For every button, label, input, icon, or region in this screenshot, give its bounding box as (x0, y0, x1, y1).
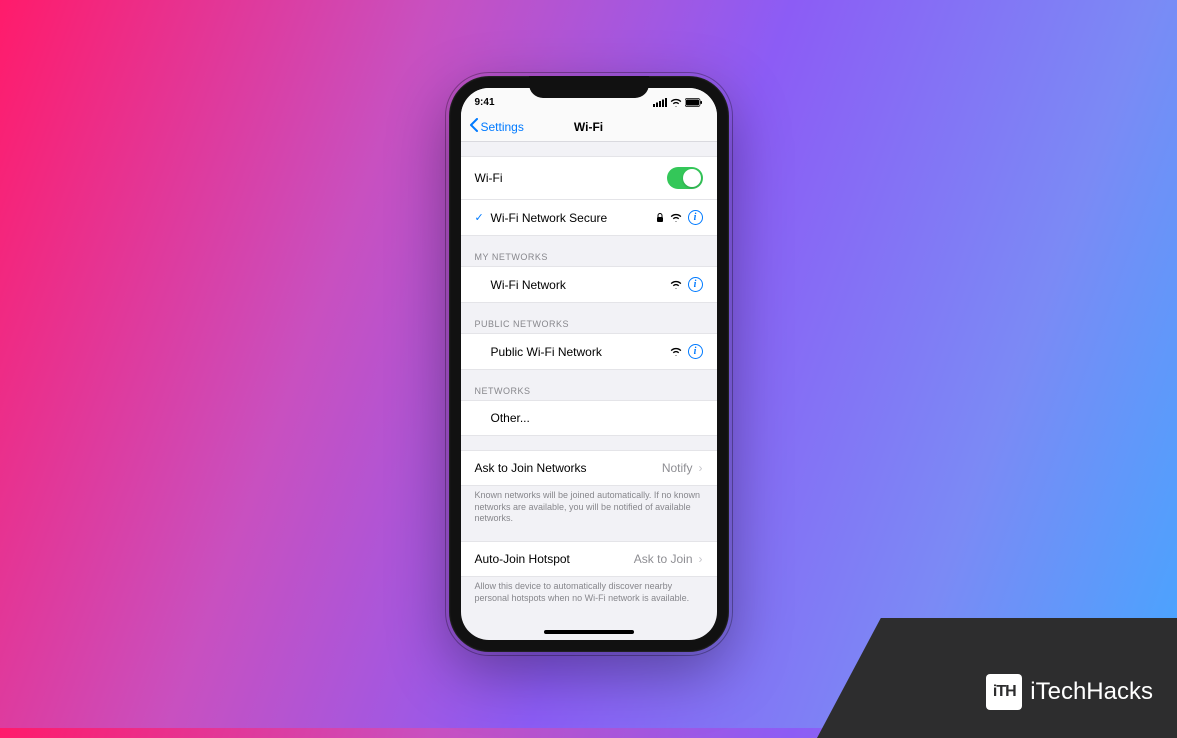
wifi-icon (670, 213, 682, 222)
my-network-row[interactable]: Wi-Fi Network i (461, 266, 717, 303)
status-right (653, 98, 703, 107)
info-button[interactable]: i (688, 277, 703, 292)
section-header-my: MY NETWORKS (461, 236, 717, 266)
watermark-logo: iTH (986, 674, 1022, 710)
lock-icon (656, 213, 664, 223)
autojoin-hotspot-row[interactable]: Auto-Join Hotspot Ask to Join › (461, 541, 717, 577)
notch (529, 76, 649, 98)
section-header-public: PUBLIC NETWORKS (461, 303, 717, 333)
wifi-toggle[interactable] (667, 167, 703, 189)
autojoin-label: Auto-Join Hotspot (475, 552, 570, 566)
network-name: Public Wi-Fi Network (491, 345, 602, 359)
battery-icon (685, 98, 703, 107)
ask-join-footer: Known networks will be joined automatica… (461, 486, 717, 535)
checkmark-icon: ✓ (475, 211, 485, 224)
chevron-left-icon (469, 118, 479, 135)
cellular-icon (653, 98, 667, 107)
ask-join-label: Ask to Join Networks (475, 461, 587, 475)
phone-frame: 9:41 Settings Wi-Fi (449, 76, 729, 652)
chevron-right-icon: › (699, 552, 703, 566)
info-button[interactable]: i (688, 344, 703, 359)
network-name: Wi-Fi Network (491, 278, 566, 292)
info-button[interactable]: i (688, 210, 703, 225)
ask-join-value: Notify (662, 461, 693, 475)
wifi-icon (670, 280, 682, 289)
connected-network-name: Wi-Fi Network Secure (491, 211, 608, 225)
home-indicator[interactable] (544, 630, 634, 634)
wifi-icon (670, 347, 682, 356)
page-title: Wi-Fi (574, 120, 603, 134)
autojoin-value: Ask to Join (634, 552, 693, 566)
autojoin-footer: Allow this device to automatically disco… (461, 577, 717, 614)
other-label: Other... (491, 411, 530, 425)
back-label: Settings (481, 120, 524, 134)
wifi-toggle-row[interactable]: Wi-Fi (461, 156, 717, 200)
ask-join-row[interactable]: Ask to Join Networks Notify › (461, 450, 717, 486)
nav-bar: Settings Wi-Fi (461, 112, 717, 142)
wifi-status-icon (670, 98, 682, 107)
content[interactable]: Wi-Fi ✓ Wi-Fi Network Secure i (461, 142, 717, 640)
wifi-toggle-label: Wi-Fi (475, 171, 503, 185)
watermark-text: iTechHacks (1030, 678, 1153, 706)
chevron-right-icon: › (699, 461, 703, 475)
public-network-row[interactable]: Public Wi-Fi Network i (461, 333, 717, 370)
connected-network-row[interactable]: ✓ Wi-Fi Network Secure i (461, 200, 717, 236)
watermark: iTH iTechHacks (837, 618, 1177, 728)
back-button[interactable]: Settings (469, 118, 524, 135)
section-header-networks: NETWORKS (461, 370, 717, 400)
screen: 9:41 Settings Wi-Fi (461, 88, 717, 640)
other-network-row[interactable]: Other... (461, 400, 717, 436)
status-time: 9:41 (475, 97, 495, 108)
